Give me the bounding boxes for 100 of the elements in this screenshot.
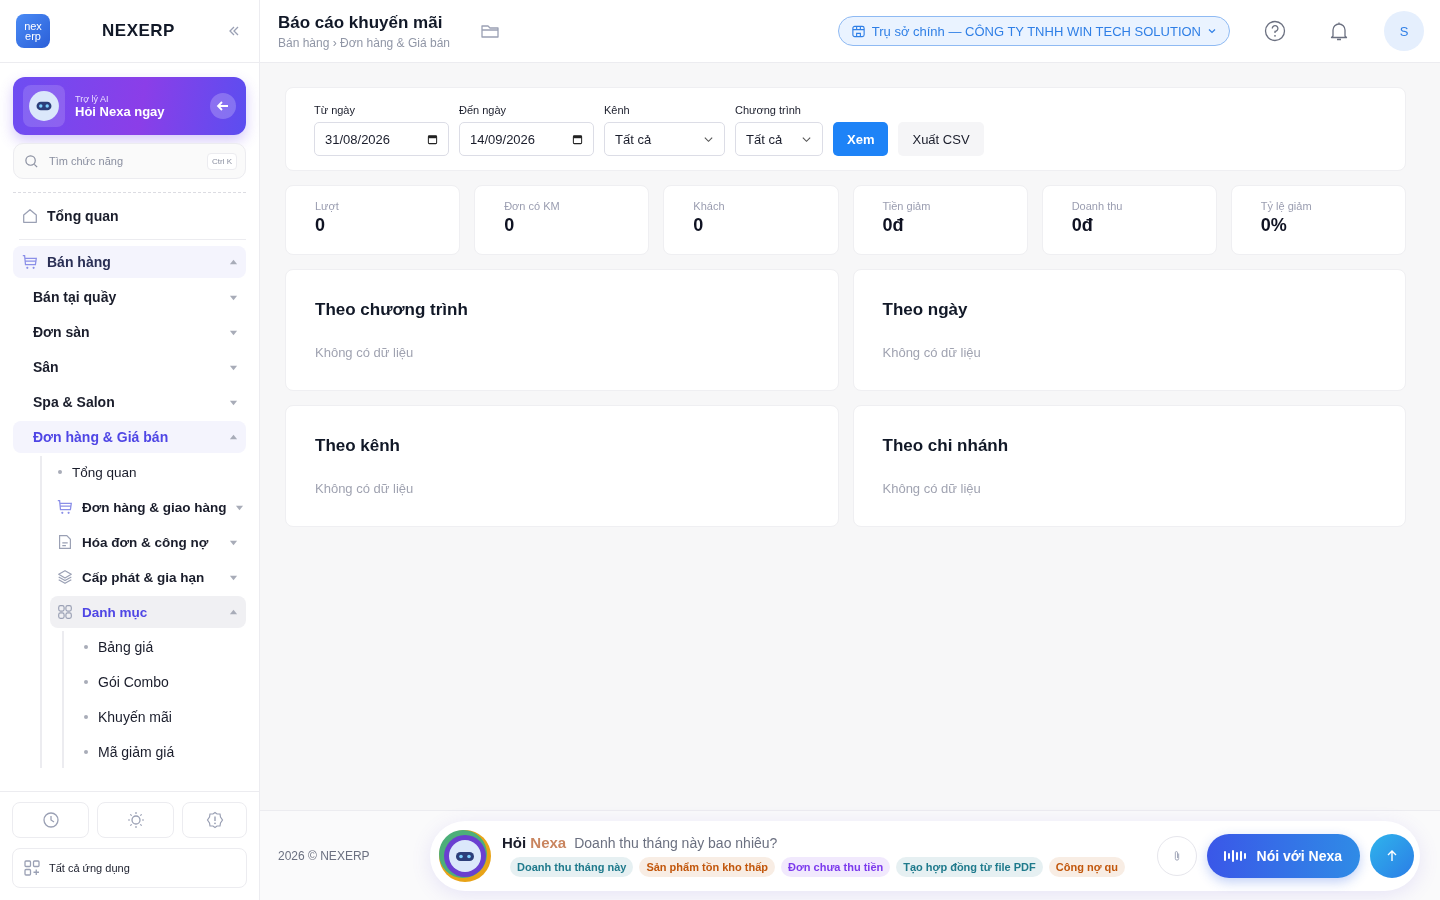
cart-icon	[21, 253, 39, 271]
suggestion-chip[interactable]: Doanh thu tháng này	[510, 857, 634, 877]
shortcut-hint: Ctrl K	[207, 152, 237, 170]
assistant-caption: Trợ lý AI	[75, 93, 110, 104]
alert-icon	[205, 811, 224, 829]
branch-selector[interactable]: Trụ sở chính — CÔNG TY TNHH WIN TECH SOLUTION	[837, 16, 1230, 46]
search-field[interactable]: Tìm chức năng Ctrl K	[13, 143, 246, 179]
bullet-icon	[84, 645, 88, 649]
caret-icon	[229, 432, 238, 442]
layers-icon	[56, 568, 74, 586]
suggestion-chip[interactable]: Đơn chưa thu tiền	[781, 857, 891, 877]
export-button[interactable]: Xuất CSV	[898, 122, 984, 156]
date-field[interactable]: 31/08/2026	[314, 122, 449, 156]
stat-value: 0%	[1260, 215, 1288, 236]
stat-value: 0	[693, 215, 705, 236]
apps-icon	[23, 859, 41, 877]
stat-value: 0	[315, 215, 326, 236]
suggestion-chip[interactable]: Sản phẩm tồn kho thấp	[639, 857, 775, 877]
document-icon	[56, 533, 74, 551]
nav-item[interactable]: Spa & Salon	[13, 386, 246, 418]
field-label: Chương trình	[735, 104, 802, 116]
stat-label: Tỷ lệ giảm	[1260, 200, 1313, 212]
stat-label: Đơn có KM	[504, 200, 561, 212]
nav-item[interactable]: Tổng quan	[13, 197, 246, 235]
nav-item[interactable]: Tổng quan	[50, 456, 246, 488]
stat-label: Tiền giảm	[882, 200, 932, 212]
history-button[interactable]	[12, 802, 90, 838]
empty-message: Không có dữ liệu	[882, 345, 982, 360]
assistant-title: Hỏi Nexa ngay	[75, 103, 166, 119]
logo: nex erp	[16, 14, 50, 48]
chevron-icon	[1207, 26, 1217, 36]
brand-name: NEXERP	[101, 21, 176, 41]
folder-icon[interactable]	[480, 22, 500, 40]
bullet-icon	[84, 680, 88, 684]
stat-value: 0đ	[1071, 215, 1094, 236]
chat-input[interactable]: Doanh thu tháng này bao nhiêu?	[574, 834, 1147, 851]
nav-item[interactable]: Sân	[13, 351, 246, 383]
arrow-up-icon	[1385, 848, 1399, 863]
suggestion-chip[interactable]: Tạo hợp đồng từ file PDF	[896, 857, 1043, 877]
field-label: Đến ngày	[459, 104, 508, 116]
date-field[interactable]: 14/09/2026	[459, 122, 594, 156]
bullet-icon	[84, 750, 88, 754]
panel-title: Theo chương trình	[315, 300, 469, 320]
stat-label: Lượt	[315, 200, 340, 212]
clock-icon	[41, 811, 60, 829]
robot-icon	[28, 90, 60, 122]
bullet-icon	[58, 470, 62, 474]
suggestion-chip[interactable]: Công nợ qu	[1048, 857, 1125, 877]
caret-icon	[229, 257, 238, 267]
nav-item[interactable]: Hóa đơn & công nợ	[50, 526, 246, 558]
empty-message: Không có dữ liệu	[315, 481, 415, 496]
all-apps-button[interactable]: Tất cả ứng dụng	[12, 848, 247, 888]
nav-item[interactable]: Mã giảm giá	[74, 736, 246, 768]
help-icon[interactable]	[1264, 20, 1286, 42]
nav-item[interactable]: Bán tại quầy	[13, 281, 246, 313]
theme-button[interactable]	[97, 802, 175, 838]
alert-button[interactable]	[182, 802, 247, 838]
view-button[interactable]: Xem	[833, 122, 889, 156]
nav-item[interactable]: Khuyến mãi	[74, 701, 246, 733]
field-label: Kênh	[604, 104, 631, 116]
empty-message: Không có dữ liệu	[882, 481, 982, 496]
nav-item[interactable]: Đơn hàng & giao hàng	[50, 491, 246, 523]
field-label: Từ ngày	[314, 104, 356, 116]
nav-item[interactable]: Danh mục	[50, 596, 246, 628]
nav-item[interactable]: Bảng giá	[74, 631, 246, 663]
grid-icon	[56, 603, 74, 621]
store-icon	[850, 23, 866, 39]
page-title: Báo cáo khuyến mãi	[278, 12, 444, 33]
stat-value: 0đ	[882, 215, 905, 236]
cart-icon	[56, 498, 74, 516]
nav-item[interactable]: Cấp phát & gia hạn	[50, 561, 246, 593]
robot-icon	[438, 828, 492, 883]
user-avatar[interactable]: S	[1384, 11, 1424, 51]
calendar-icon	[427, 133, 438, 145]
search-input[interactable]: Tìm chức năng	[47, 154, 199, 168]
assistant-card[interactable]: Trợ lý AI Hỏi Nexa ngay	[13, 77, 246, 135]
copyright: 2026 © NEXERP	[278, 848, 371, 863]
nav-item[interactable]: Đơn hàng & Giá bán	[13, 421, 246, 453]
assistant-name: Hỏi Nexa	[502, 834, 567, 851]
waveform-icon	[1222, 848, 1247, 863]
panel-title: Theo chi nhánh	[882, 436, 1010, 456]
home-icon	[21, 207, 39, 225]
calendar-icon	[572, 133, 583, 145]
select-field[interactable]: Tất cả	[604, 122, 725, 156]
select-field[interactable]: Tất cả	[735, 122, 823, 156]
stat-label: Doanh thu	[1071, 200, 1124, 212]
bullet-icon	[84, 715, 88, 719]
voice-button[interactable]: Nói với Nexa	[1206, 833, 1360, 878]
stat-value: 0	[504, 215, 516, 236]
caret-icon	[229, 607, 238, 617]
stat-label: Khách	[693, 200, 726, 212]
send-button[interactable]	[1370, 833, 1414, 878]
search-icon	[24, 153, 39, 169]
empty-message: Không có dữ liệu	[315, 345, 415, 360]
nav-item[interactable]: Gói Combo	[74, 666, 246, 698]
nav-item[interactable]: Đơn sàn	[13, 316, 246, 348]
panel-title: Theo ngày	[882, 300, 969, 320]
collapse-icon[interactable]	[227, 24, 241, 38]
breadcrumb: Bán hàng › Đơn hàng & Giá bán	[278, 35, 450, 50]
bell-icon[interactable]	[1328, 20, 1350, 42]
